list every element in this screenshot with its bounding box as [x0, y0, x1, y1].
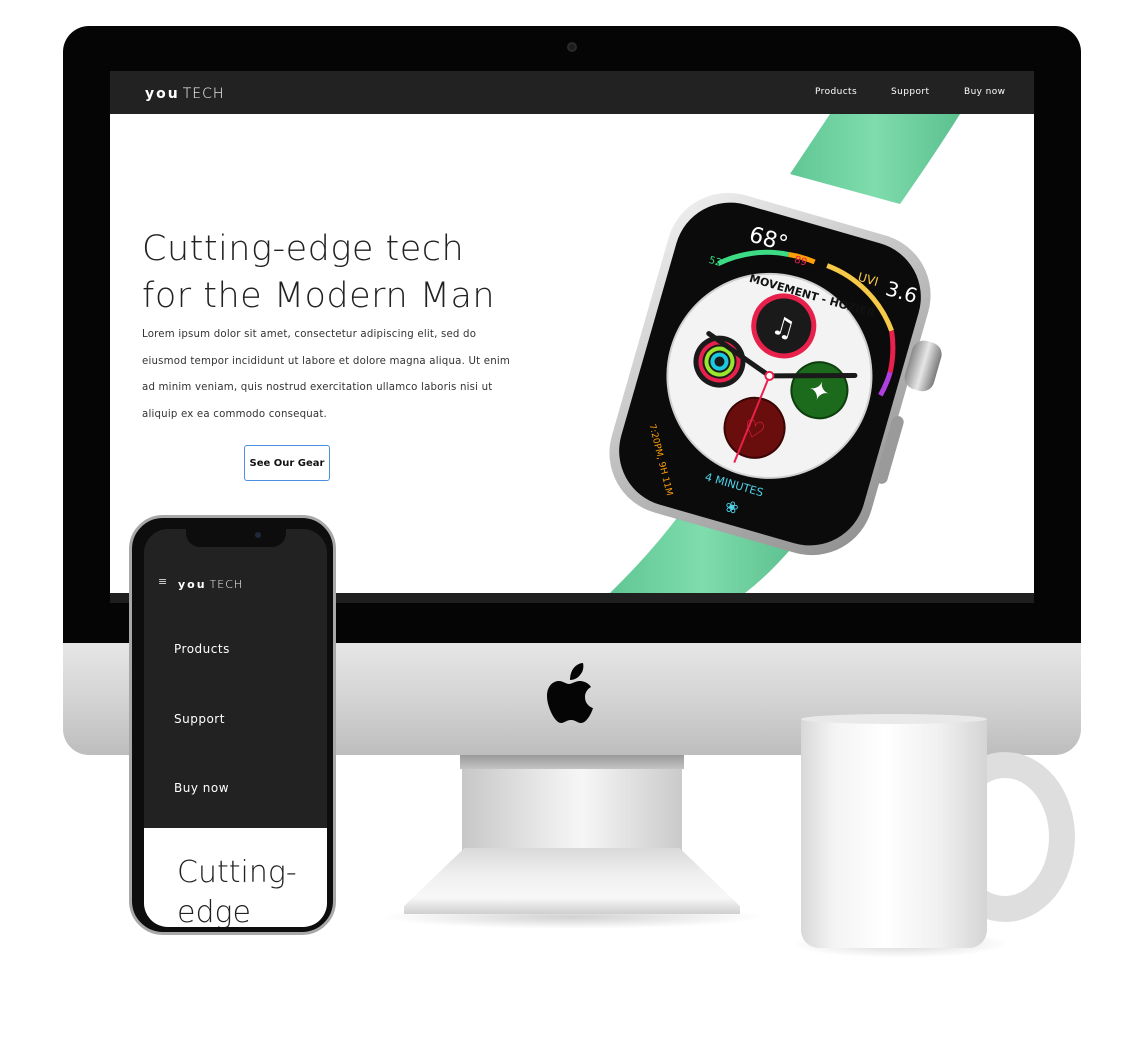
imac-stand-joint [460, 755, 684, 769]
mobile-hero: Cutting- edge [144, 828, 327, 927]
camera-icon [567, 42, 577, 52]
mobile-nav-products-link[interactable]: Products [174, 642, 230, 656]
phone-notch [186, 529, 286, 547]
front-camera-icon [255, 532, 261, 538]
nav-support-link[interactable]: Support [891, 87, 929, 97]
imac-stand-base [404, 848, 740, 914]
mug-rim [801, 714, 987, 724]
mobile-nav-support-link[interactable]: Support [174, 712, 225, 726]
hero-description: Lorem ipsum dolor sit amet, consectetur … [142, 329, 511, 420]
nav-products-link[interactable]: Products [815, 87, 857, 97]
mobile-screen: ≡ you TECH Products Support Buy now Cutti… [144, 529, 327, 927]
apple-logo-icon [547, 663, 593, 723]
mobile-hero-title: Cutting- edge [177, 855, 297, 927]
mobile-nav-buy-now-link[interactable]: Buy now [174, 781, 229, 795]
hamburger-icon[interactable]: ≡ [158, 575, 167, 588]
apple-watch-image: ♫ ✦ ♡ 68° 52 89 UVI 3.6 MOVEMENT - HOZIE… [609, 114, 960, 593]
iphone-frame: ≡ you TECH Products Support Buy now Cutti… [129, 515, 336, 935]
imac-stand-neck [462, 755, 682, 855]
see-our-gear-button[interactable]: See Our Gear [244, 445, 330, 481]
mug [801, 718, 987, 948]
hero-title: Cutting-edge tech for the Modern Man [142, 229, 496, 316]
mobile-site-logo[interactable]: you TECH [178, 573, 243, 592]
nav-buy-now-link[interactable]: Buy now [964, 87, 1005, 97]
site-logo[interactable]: you TECH [145, 83, 224, 102]
desktop-navbar: you TECH Products Support Buy now [110, 71, 1034, 114]
